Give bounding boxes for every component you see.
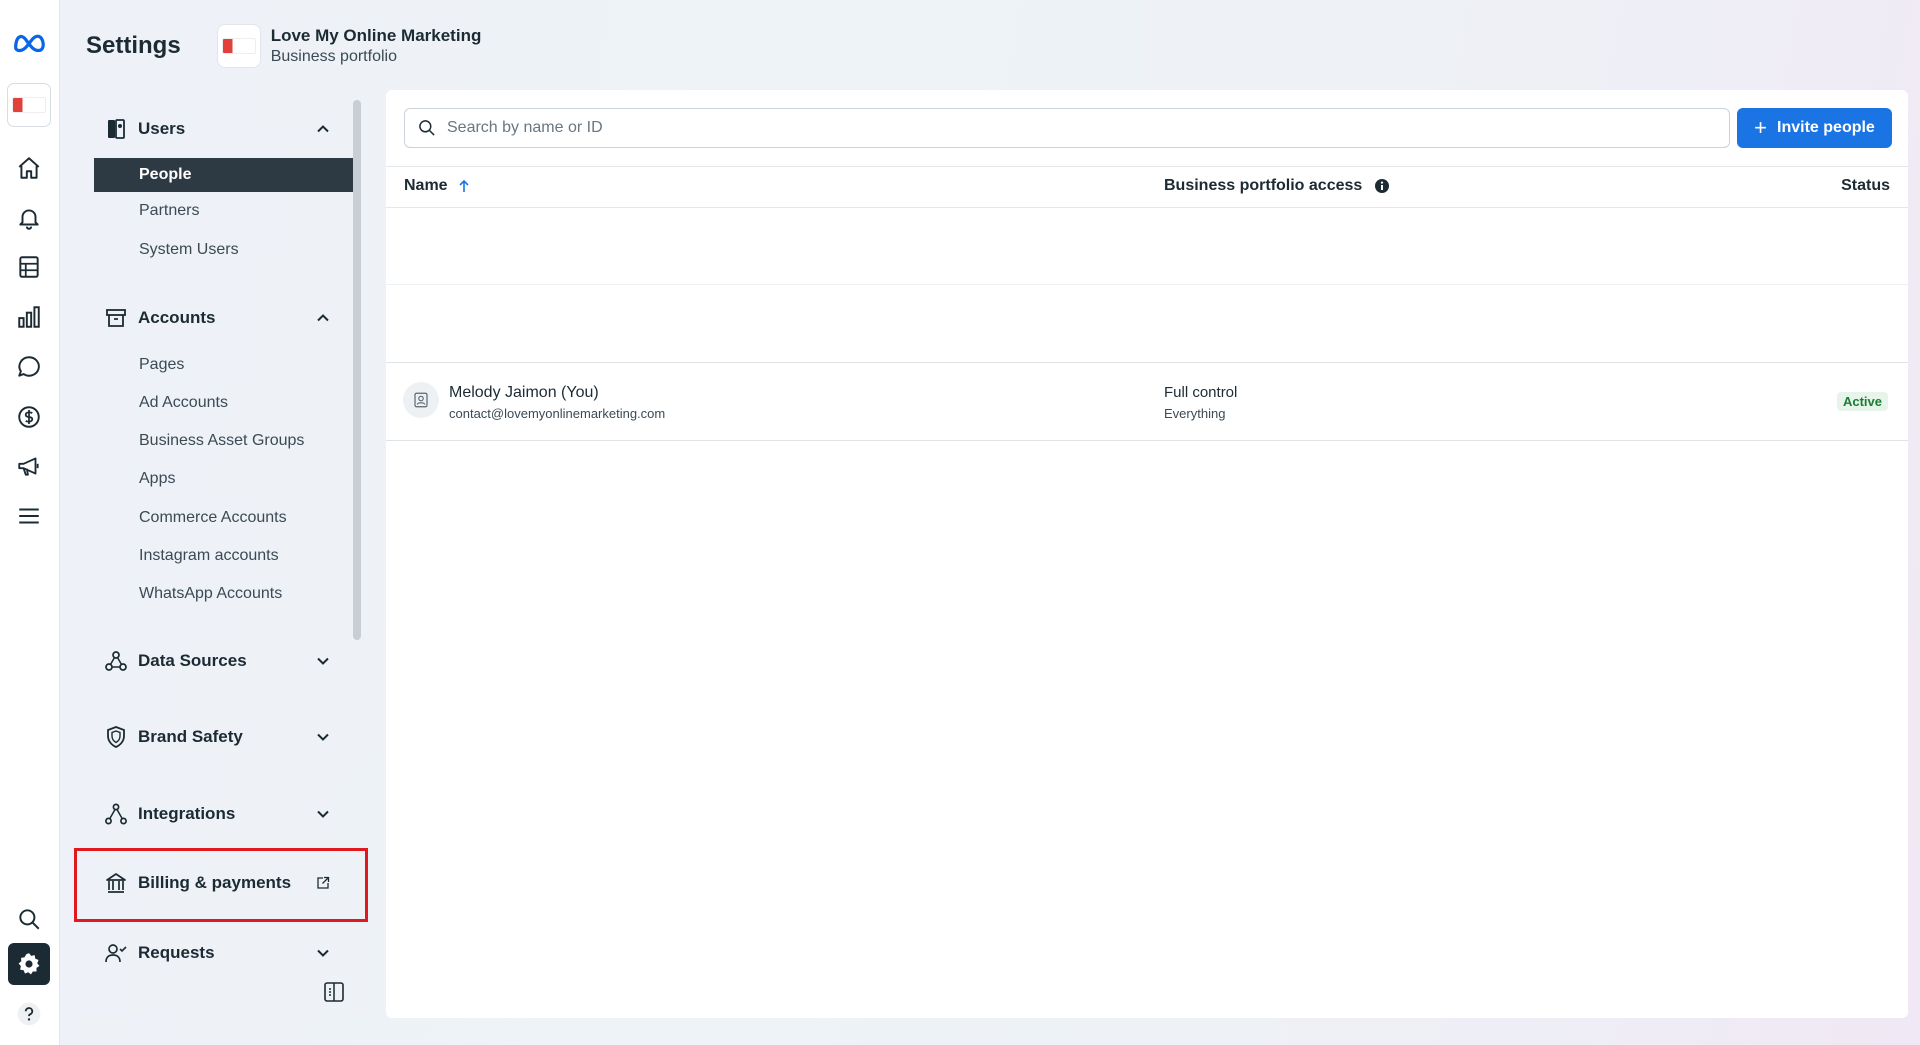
menu-icon[interactable] xyxy=(8,495,50,537)
sidebar-item-apps[interactable]: Apps xyxy=(94,462,354,496)
sidebar-item-commerce-accounts[interactable]: Commerce Accounts xyxy=(94,501,354,535)
section-requests-label: Requests xyxy=(138,943,215,962)
section-data-sources[interactable]: Data Sources xyxy=(104,646,349,676)
sidebar-item-whatsapp-accounts[interactable]: WhatsApp Accounts xyxy=(94,577,354,611)
highlight-box xyxy=(74,848,368,922)
section-data-sources-label: Data Sources xyxy=(138,651,247,670)
meta-logo-icon[interactable] xyxy=(8,21,50,63)
section-integrations[interactable]: Integrations xyxy=(104,799,349,829)
chevron-down-icon xyxy=(317,657,329,665)
chevron-down-icon xyxy=(317,810,329,818)
portfolio-switcher[interactable]: Love My Online Marketing Business portfo… xyxy=(216,24,482,68)
portfolio-logo xyxy=(216,24,261,68)
data-sources-icon xyxy=(105,651,127,671)
chevron-up-icon xyxy=(317,125,329,133)
sidebar-item-system-users[interactable]: System Users xyxy=(94,233,354,267)
person-email: contact@lovemyonlinemarketing.com xyxy=(449,406,666,421)
avatar xyxy=(403,382,439,418)
archive-icon xyxy=(106,309,126,327)
shield-icon xyxy=(107,726,125,748)
portfolio-name: Love My Online Marketing xyxy=(270,26,482,45)
people-panel: + Invite people Name Business portfolio … xyxy=(386,90,1908,1018)
pages-icon[interactable] xyxy=(8,246,50,288)
sidebar-item-pages[interactable]: Pages xyxy=(94,348,354,382)
chevron-down-icon xyxy=(317,733,329,741)
section-integrations-label: Integrations xyxy=(138,804,236,823)
sidebar-item-business-asset-groups[interactable]: Business Asset Groups xyxy=(94,424,354,458)
sidebar-item-ad-accounts[interactable]: Ad Accounts xyxy=(94,386,354,420)
row-divider xyxy=(386,440,1908,441)
status-badge: Active xyxy=(1836,392,1888,411)
section-brand-safety[interactable]: Brand Safety xyxy=(104,722,349,752)
section-brand-safety-label: Brand Safety xyxy=(138,727,243,746)
search-bar[interactable] xyxy=(404,108,1730,148)
invite-people-label: Invite people xyxy=(1777,119,1875,136)
chevron-up-icon xyxy=(317,314,329,322)
collapse-panel-icon[interactable] xyxy=(322,980,346,1004)
dollar-icon[interactable] xyxy=(8,396,50,438)
section-accounts-label: Accounts xyxy=(138,308,216,327)
megaphone-icon[interactable] xyxy=(8,445,50,487)
section-users[interactable]: Users xyxy=(104,114,349,144)
top-bar: Settings Love My Online Marketing Busine… xyxy=(86,24,481,68)
gear-icon[interactable] xyxy=(8,943,50,985)
section-accounts[interactable]: Accounts xyxy=(104,303,349,333)
icon-rail xyxy=(0,0,60,1045)
column-status-label: Status xyxy=(1841,177,1890,194)
business-logo[interactable] xyxy=(7,83,51,127)
section-requests[interactable]: Requests xyxy=(104,938,349,968)
chat-icon[interactable] xyxy=(8,346,50,388)
sidebar-item-people[interactable]: People xyxy=(94,158,354,192)
sidebar-item-partners[interactable]: Partners xyxy=(94,194,354,228)
search-input[interactable] xyxy=(445,118,1649,138)
help-icon[interactable] xyxy=(8,993,50,1035)
page-title: Settings xyxy=(86,32,181,59)
plus-icon: + xyxy=(1754,115,1768,140)
access-detail: Everything xyxy=(1164,406,1226,421)
search-icon[interactable] xyxy=(8,898,50,940)
chevron-down-icon xyxy=(317,949,329,957)
portfolio-subtitle: Business portfolio xyxy=(270,48,397,65)
section-users-label: Users xyxy=(138,119,186,138)
integrations-icon xyxy=(105,803,127,825)
column-portfolio-access[interactable]: Business portfolio access xyxy=(1164,177,1390,195)
home-icon[interactable] xyxy=(8,147,50,189)
row-divider xyxy=(386,284,1908,285)
id-card-icon xyxy=(414,392,428,408)
users-icon xyxy=(108,119,125,139)
column-name-label: Name xyxy=(404,177,448,194)
info-icon xyxy=(1375,179,1390,193)
user-check-icon xyxy=(105,944,127,963)
sort-ascending-icon xyxy=(459,179,469,192)
invite-people-button[interactable]: + Invite people xyxy=(1737,108,1892,148)
column-status[interactable]: Status xyxy=(1841,177,1890,195)
access-level: Full control xyxy=(1164,384,1238,401)
bell-icon[interactable] xyxy=(8,197,50,239)
search-icon xyxy=(419,120,435,136)
column-name[interactable]: Name xyxy=(404,177,472,195)
sidebar-scrollbar[interactable] xyxy=(353,100,361,640)
column-access-label: Business portfolio access xyxy=(1164,177,1363,194)
sidebar-item-instagram-accounts[interactable]: Instagram accounts xyxy=(94,539,354,573)
person-name: Melody Jaimon (You) xyxy=(449,384,599,401)
bar-chart-icon[interactable] xyxy=(8,296,50,338)
table-header: Name Business portfolio access Status xyxy=(386,166,1908,208)
table-row[interactable]: Melody Jaimon (You) contact@lovemyonline… xyxy=(386,362,1908,440)
